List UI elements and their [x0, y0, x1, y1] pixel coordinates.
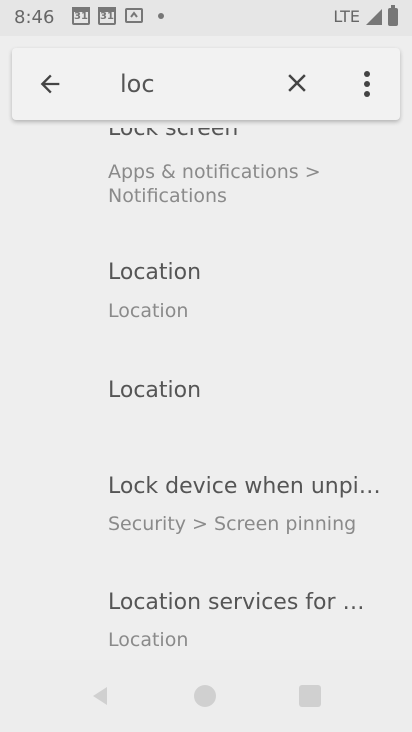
nav-back-button[interactable]	[88, 684, 112, 708]
result-subtitle: Location	[108, 300, 189, 322]
result-title: Lock device when unpinning	[108, 474, 388, 499]
result-title: Location	[108, 378, 202, 403]
clear-search-button[interactable]	[282, 68, 312, 98]
status-time: 8:46	[14, 7, 55, 28]
nav-home-icon[interactable]	[194, 685, 216, 707]
notification-icons: 31 31	[72, 7, 164, 25]
search-input[interactable]	[120, 64, 280, 104]
nav-recents-icon[interactable]	[299, 685, 321, 707]
navigation-bar	[0, 660, 412, 732]
more-vert-icon	[364, 71, 370, 97]
result-item-lock-screen[interactable]: Lock screen Apps & notifications > Notif…	[0, 128, 412, 220]
nav-back-icon	[93, 687, 107, 705]
search-toolbar	[12, 48, 400, 120]
calendar-icon: 31	[72, 7, 90, 25]
calendar-icon: 31	[98, 7, 116, 25]
network-type: LTE	[333, 7, 360, 26]
arrow-back-icon	[40, 74, 60, 94]
result-title: Lock screen	[108, 128, 239, 141]
result-title: Location	[108, 260, 202, 285]
search-results-list: Lock screen Apps & notifications > Notif…	[0, 128, 412, 660]
back-button[interactable]	[36, 70, 64, 98]
more-options-button[interactable]	[354, 68, 380, 100]
result-title: Location services for work	[108, 590, 380, 615]
result-subtitle: Security > Screen pinning	[108, 513, 357, 535]
result-item-lock-device[interactable]: Lock device when unpinning Security > Sc…	[0, 458, 412, 570]
result-item-location-services-work[interactable]: Location services for work Location	[0, 574, 412, 660]
result-subtitle: Location	[108, 629, 189, 651]
dot-icon	[158, 13, 164, 19]
cast-icon	[125, 8, 143, 23]
close-icon	[288, 74, 306, 92]
status-bar: 8:46 31 31 LTE	[0, 0, 412, 36]
battery-icon	[388, 4, 398, 26]
result-item-location[interactable]: Location Location	[0, 242, 412, 352]
result-item-location-2[interactable]: Location	[0, 360, 412, 460]
signal-icon	[366, 8, 382, 25]
system-icons: LTE	[333, 4, 398, 26]
result-subtitle: Apps & notifications > Notifications	[108, 161, 321, 207]
